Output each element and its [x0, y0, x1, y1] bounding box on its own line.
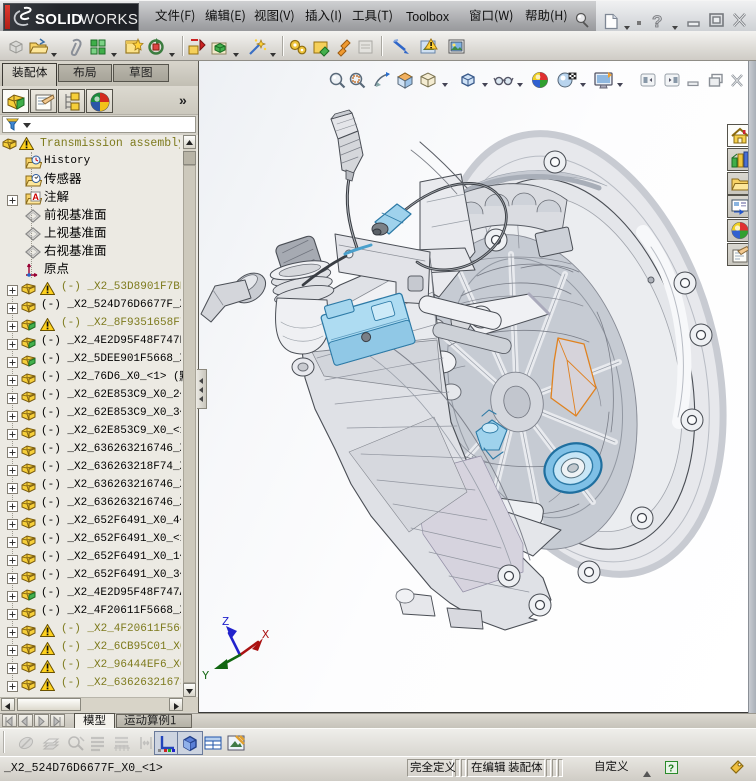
svg-text:Z: Z — [222, 615, 229, 629]
svg-text:X: X — [262, 628, 269, 642]
svg-text:Y: Y — [202, 669, 209, 683]
svg-text:SOLID: SOLID — [35, 11, 82, 28]
svg-text:?: ? — [668, 764, 674, 775]
svg-text:?: ? — [652, 12, 662, 30]
svg-text:WORKS: WORKS — [80, 11, 138, 28]
svg-text:A: A — [32, 192, 39, 202]
